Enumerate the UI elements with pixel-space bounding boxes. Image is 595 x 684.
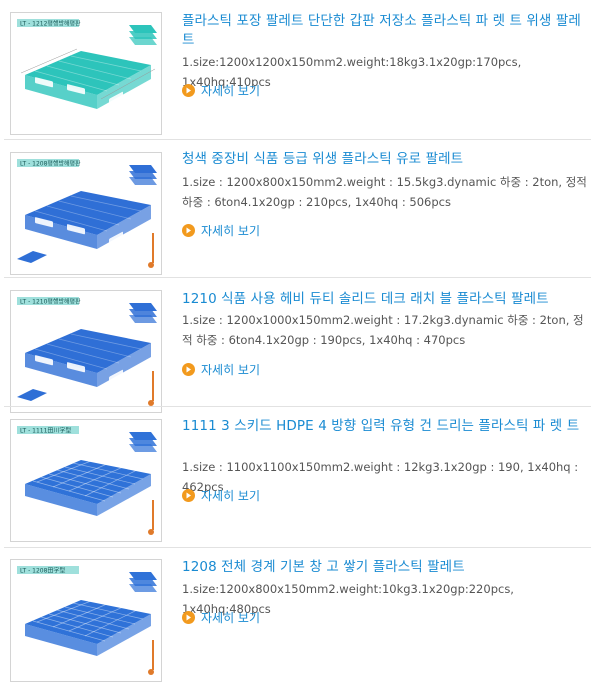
pallet-image: LT - 1212평행방해평판	[17, 19, 157, 109]
pallet-stack-icon	[129, 432, 157, 452]
view-details-label: 자세히 보기	[201, 83, 261, 98]
product-description: 1.size : 1200x800x150mm2.weight : 15.5kg…	[182, 175, 587, 209]
view-details-label: 자세히 보기	[201, 362, 261, 377]
product-item: LT - 1212평행방해평판 플라스틱 포장 팔레트 단단한 갑판 저장소 플…	[0, 0, 595, 140]
model-tag: LT - 1210평행방해평판	[20, 298, 81, 306]
pallet-image: LT - 1208田字型	[17, 566, 157, 675]
model-tag: LT - 1208평행방해평판	[20, 160, 81, 168]
view-details-label: 자세히 보기	[201, 223, 261, 238]
pallet-image: LT - 1208평행방해평판	[17, 159, 157, 268]
hand-truck-icon	[148, 640, 154, 675]
product-title[interactable]: 1208 전체 경계 기본 창 고 쌓기 플라스틱 팔레트	[182, 558, 582, 577]
pallet-body	[25, 51, 151, 109]
pallet-body	[25, 600, 151, 656]
product-thumbnail[interactable]: LT - 1210평행방해평판	[10, 290, 162, 413]
view-details-link[interactable]: 자세히 보기	[182, 609, 260, 625]
arrow-right-icon	[182, 223, 195, 237]
hand-truck-icon	[148, 233, 154, 268]
model-tag: LT - 1111田川字型	[20, 427, 71, 435]
pallet-stack-icon	[129, 165, 157, 185]
view-details-label: 자세히 보기	[201, 488, 261, 503]
view-details-link[interactable]: 자세히 보기	[182, 487, 260, 503]
product-item: LT - 1208田字型 1208 전체 경계 기본 창 고 쌓기 플라스틱 팔…	[0, 548, 595, 684]
model-tag: LT - 1208田字型	[20, 567, 65, 575]
arrow-right-icon	[182, 488, 195, 502]
view-details-link[interactable]: 자세히 보기	[182, 82, 260, 98]
view-details-label: 자세히 보기	[201, 610, 261, 625]
product-description: 1.size : 1200x1000x150mm2.weight : 17.2k…	[182, 313, 584, 347]
arrow-right-icon	[182, 362, 195, 376]
product-thumbnail[interactable]: LT - 1208평행방해평판	[10, 152, 162, 275]
product-item: LT - 1111田川字型 1111 3 스키드 HDPE 4 방향 입력 유형…	[0, 407, 595, 548]
pallet-stack-icon	[129, 25, 157, 45]
product-item: LT - 1208평행방해평판 청색 중장비 식품 등급 위생 플라스틱 유로 …	[0, 140, 595, 278]
pallet-preview-small	[17, 251, 47, 263]
pallet-preview-small	[17, 389, 47, 401]
product-item: LT - 1210평행방해평판 1210 식품 사용 헤비 듀티 솔리드 데크 …	[0, 278, 595, 413]
product-title[interactable]: 1210 식품 사용 헤비 듀티 솔리드 데크 래치 블 플라스틱 팔레트	[182, 290, 582, 309]
hand-truck-icon	[148, 371, 154, 406]
hand-truck-icon	[148, 500, 154, 535]
view-details-link[interactable]: 자세히 보기	[182, 361, 260, 377]
pallet-image: LT - 1111田川字型	[17, 426, 157, 535]
pallet-body	[25, 191, 151, 249]
pallet-image: LT - 1210평행방해평판	[17, 297, 157, 406]
pallet-body	[25, 460, 151, 516]
product-thumbnail[interactable]: LT - 1212평행방해평판	[10, 12, 162, 135]
product-thumbnail[interactable]: LT - 1111田川字型	[10, 419, 162, 542]
product-title[interactable]: 플라스틱 포장 팔레트 단단한 갑판 저장소 플라스틱 파 렛 트 위생 팔레트	[182, 12, 582, 50]
arrow-right-icon	[182, 610, 195, 624]
product-title[interactable]: 청색 중장비 식품 등급 위생 플라스틱 유로 팔레트	[182, 150, 582, 169]
product-title[interactable]: 1111 3 스키드 HDPE 4 방향 입력 유형 건 드리는 플라스틱 파 …	[182, 417, 582, 436]
pallet-body	[25, 329, 151, 387]
arrow-right-icon	[182, 83, 195, 97]
model-tag: LT - 1212평행방해평판	[20, 20, 81, 28]
view-details-link[interactable]: 자세히 보기	[182, 222, 260, 238]
pallet-stack-icon	[129, 303, 157, 323]
pallet-stack-icon	[129, 572, 157, 592]
product-thumbnail[interactable]: LT - 1208田字型	[10, 559, 162, 682]
